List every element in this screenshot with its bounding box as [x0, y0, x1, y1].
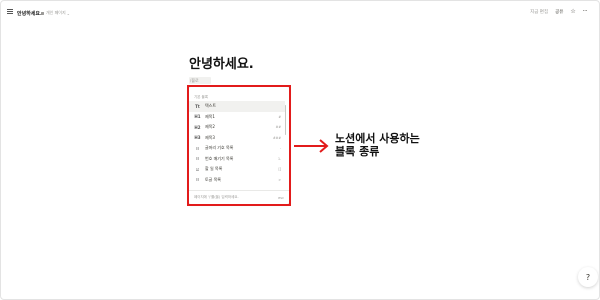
help-icon: ? — [585, 272, 591, 282]
privacy-label: 개인 페이지 — [46, 10, 66, 15]
arrow-right-icon — [294, 139, 329, 153]
app-window: 안녕하세요. 개인 페이지 ⌄ 지금 편집 공유 ☆ ··· 안녕하세요. /블… — [0, 0, 600, 300]
privacy-indicator[interactable]: 개인 페이지 ⌄ — [41, 10, 70, 16]
chevron-down-icon: ⌄ — [66, 10, 71, 16]
highlight-box — [187, 85, 291, 206]
star-icon[interactable]: ☆ — [570, 9, 575, 15]
breadcrumb-page-title[interactable]: 안녕하세요. — [17, 10, 42, 17]
page-heading[interactable]: 안녕하세요. — [189, 53, 254, 72]
annotation-line-1: 노션에서 사용하는 — [335, 132, 420, 145]
help-button[interactable]: ? — [578, 267, 598, 287]
edited-status: 지금 편집 — [530, 10, 549, 15]
annotation-text: 노션에서 사용하는 블록 종류 — [335, 132, 420, 158]
sidebar-menu-icon[interactable] — [7, 9, 13, 15]
slash-command-input[interactable]: /블로 — [189, 77, 211, 84]
top-bar: 안녕하세요. 개인 페이지 ⌄ 지금 편집 공유 ☆ ··· — [1, 1, 599, 25]
more-options-icon[interactable]: ··· — [583, 9, 588, 15]
share-button[interactable]: 공유 — [555, 9, 563, 15]
lock-icon — [41, 11, 44, 15]
top-right-actions: 지금 편집 공유 ☆ ··· — [530, 9, 588, 16]
annotation-line-2: 블록 종류 — [335, 145, 380, 158]
